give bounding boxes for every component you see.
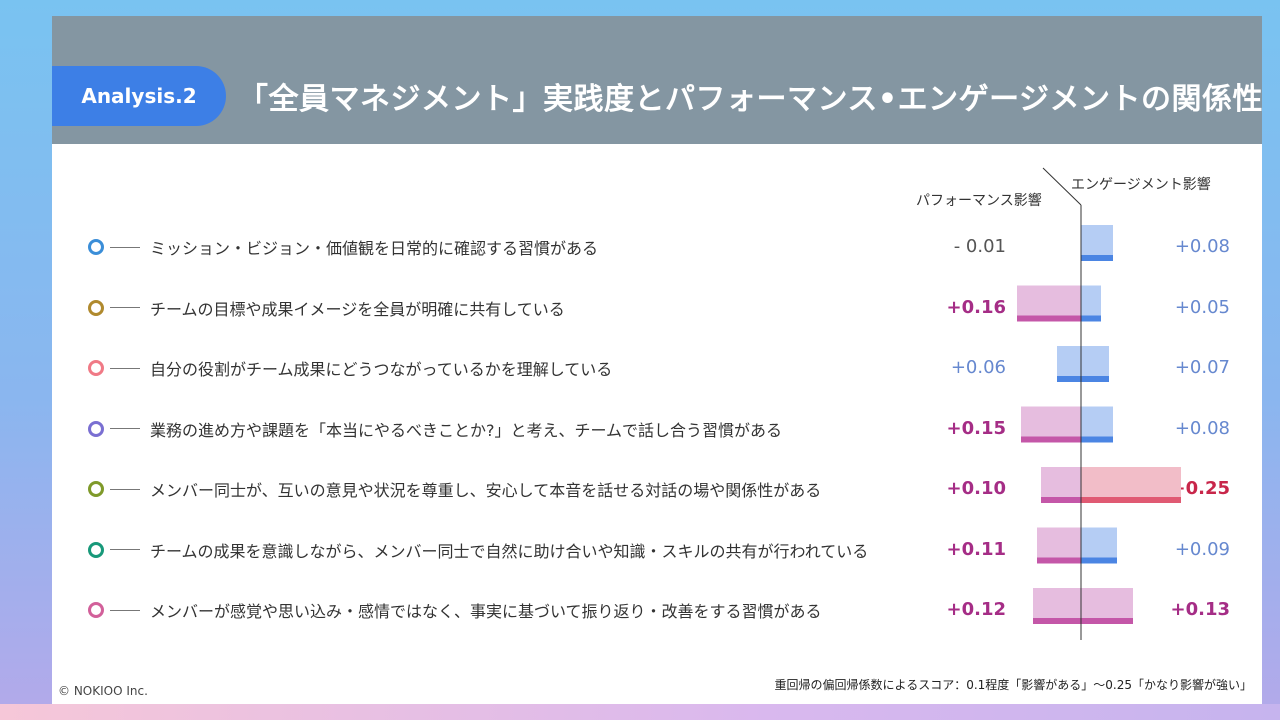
performance-bar-baseline xyxy=(1037,557,1081,564)
performance-bar-baseline xyxy=(1041,497,1081,503)
performance-bar-baseline xyxy=(1057,376,1081,382)
engagement-bar-baseline xyxy=(1081,315,1101,322)
engagement-bar-baseline xyxy=(1081,255,1113,261)
performance-bar-baseline xyxy=(1017,315,1081,322)
footnote: 重回帰の偏回帰係数によるスコア：0.1程度「影響がある」～0.25「かなり影響が… xyxy=(774,678,1252,692)
engagement-bar-baseline xyxy=(1081,618,1133,624)
diverging-bar-chart xyxy=(1017,167,1181,640)
engagement-bar-baseline xyxy=(1081,376,1109,382)
copyright: © NOKIOO Inc. xyxy=(58,684,148,698)
engagement-bar-baseline xyxy=(1081,436,1113,443)
performance-bar-baseline xyxy=(1033,618,1081,624)
header-divider-line xyxy=(1042,167,1082,206)
performance-bar-baseline xyxy=(1021,436,1081,443)
engagement-bar-baseline xyxy=(1081,497,1181,503)
engagement-bar-baseline xyxy=(1081,557,1117,564)
